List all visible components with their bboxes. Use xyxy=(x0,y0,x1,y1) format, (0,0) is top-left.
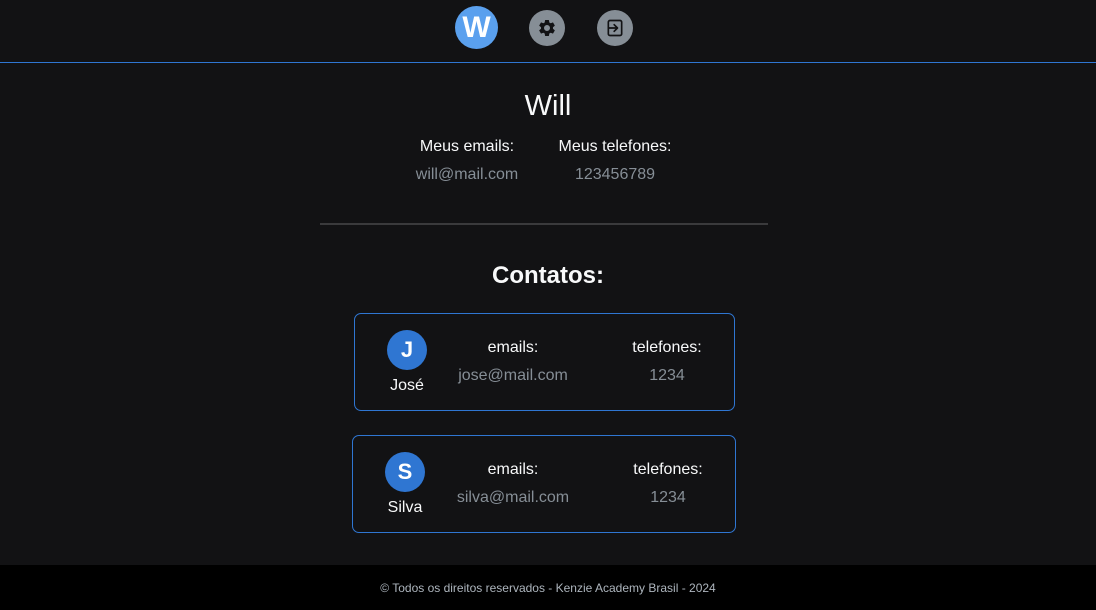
contact-card[interactable]: S Silva emails: silva@mail.com telefones… xyxy=(352,435,736,533)
contact-avatar: J xyxy=(387,330,427,370)
contact-name: Silva xyxy=(387,499,423,516)
contact-emails-label: emails: xyxy=(487,339,539,356)
contact-avatar: S xyxy=(385,452,425,492)
contact-phone-value: 1234 xyxy=(650,489,686,506)
settings-button[interactable] xyxy=(529,10,565,46)
my-phone-value: 123456789 xyxy=(574,166,656,183)
contact-phone-value: 1234 xyxy=(649,367,685,384)
contact-email-value: silva@mail.com xyxy=(456,489,570,506)
contact-emails-label: emails: xyxy=(487,461,539,478)
contact-phones-label: telefones: xyxy=(632,339,702,356)
my-emails-label: Meus emails: xyxy=(419,138,515,155)
contact-avatar-letter: S xyxy=(397,459,413,484)
logout-icon xyxy=(607,19,623,37)
my-email-value: will@mail.com xyxy=(415,166,519,183)
gear-icon xyxy=(539,19,555,36)
contacts-title: Contatos: xyxy=(492,262,604,289)
profile-name: Will xyxy=(524,90,572,122)
my-phones-label: Meus telefones: xyxy=(558,138,672,155)
section-divider xyxy=(320,223,768,225)
top-navbar: W xyxy=(0,0,1096,63)
avatar-letter: W xyxy=(462,10,491,44)
contact-avatar-letter: J xyxy=(400,337,414,362)
page-footer: © Todos os direitos reservados - Kenzie … xyxy=(0,565,1096,610)
contact-card[interactable]: J José emails: jose@mail.com telefones: … xyxy=(354,313,735,411)
contact-email-value: jose@mail.com xyxy=(458,367,568,384)
footer-text: © Todos os direitos reservados - Kenzie … xyxy=(380,580,716,595)
user-avatar-button[interactable]: W xyxy=(455,6,498,49)
contact-name: José xyxy=(390,377,424,394)
contact-phones-label: telefones: xyxy=(633,461,703,478)
logout-button[interactable] xyxy=(597,10,633,46)
